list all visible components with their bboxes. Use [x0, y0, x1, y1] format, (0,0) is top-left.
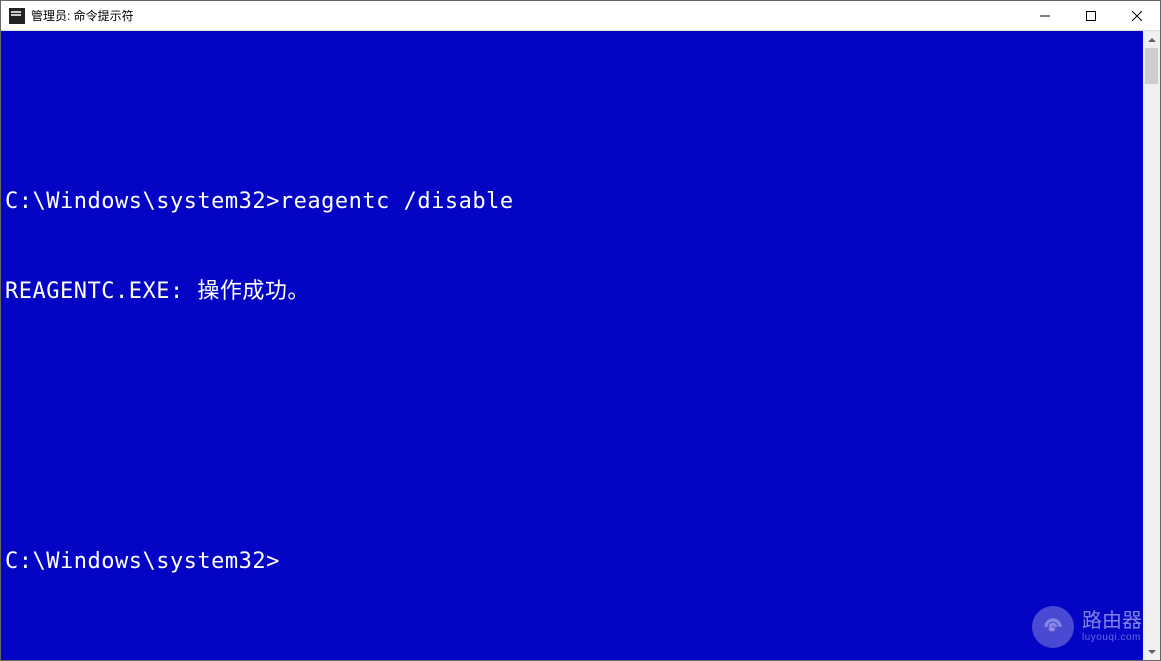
- terminal-line: [5, 457, 1139, 487]
- terminal-line: [5, 97, 1139, 127]
- window-title: 管理员: 命令提示符: [31, 7, 134, 24]
- chevron-up-icon: [1148, 36, 1156, 44]
- prompt-text: C:\Windows\system32>: [5, 189, 280, 214]
- command-text: reagentc /disable: [280, 189, 514, 214]
- titlebar[interactable]: 管理员: 命令提示符: [1, 1, 1160, 31]
- terminal-area[interactable]: C:\Windows\system32>reagentc /disable RE…: [1, 31, 1143, 660]
- vertical-scrollbar[interactable]: [1143, 31, 1160, 660]
- close-icon: [1132, 11, 1142, 21]
- prompt-text: C:\Windows\system32>: [5, 549, 280, 574]
- client-area: C:\Windows\system32>reagentc /disable RE…: [1, 31, 1160, 660]
- minimize-icon: [1040, 11, 1050, 21]
- cmd-icon: [9, 8, 25, 24]
- terminal-line: C:\Windows\system32>reagentc /disable: [5, 187, 1139, 217]
- chevron-down-icon: [1148, 648, 1156, 656]
- scrollbar-thumb[interactable]: [1145, 48, 1158, 84]
- maximize-icon: [1086, 11, 1096, 21]
- minimize-button[interactable]: [1022, 1, 1068, 31]
- terminal-line: [5, 367, 1139, 397]
- terminal-line: C:\Windows\system32>: [5, 547, 1139, 577]
- scrollbar-track[interactable]: [1143, 48, 1160, 643]
- output-text: REAGENTC.EXE: 操作成功。: [5, 279, 310, 304]
- scrollbar-down-button[interactable]: [1143, 643, 1160, 660]
- window-frame: 管理员: 命令提示符 C:\Windows\system32>reagentc …: [0, 0, 1161, 661]
- maximize-button[interactable]: [1068, 1, 1114, 31]
- scrollbar-up-button[interactable]: [1143, 31, 1160, 48]
- terminal-line: REAGENTC.EXE: 操作成功。: [5, 277, 1139, 307]
- close-button[interactable]: [1114, 1, 1160, 31]
